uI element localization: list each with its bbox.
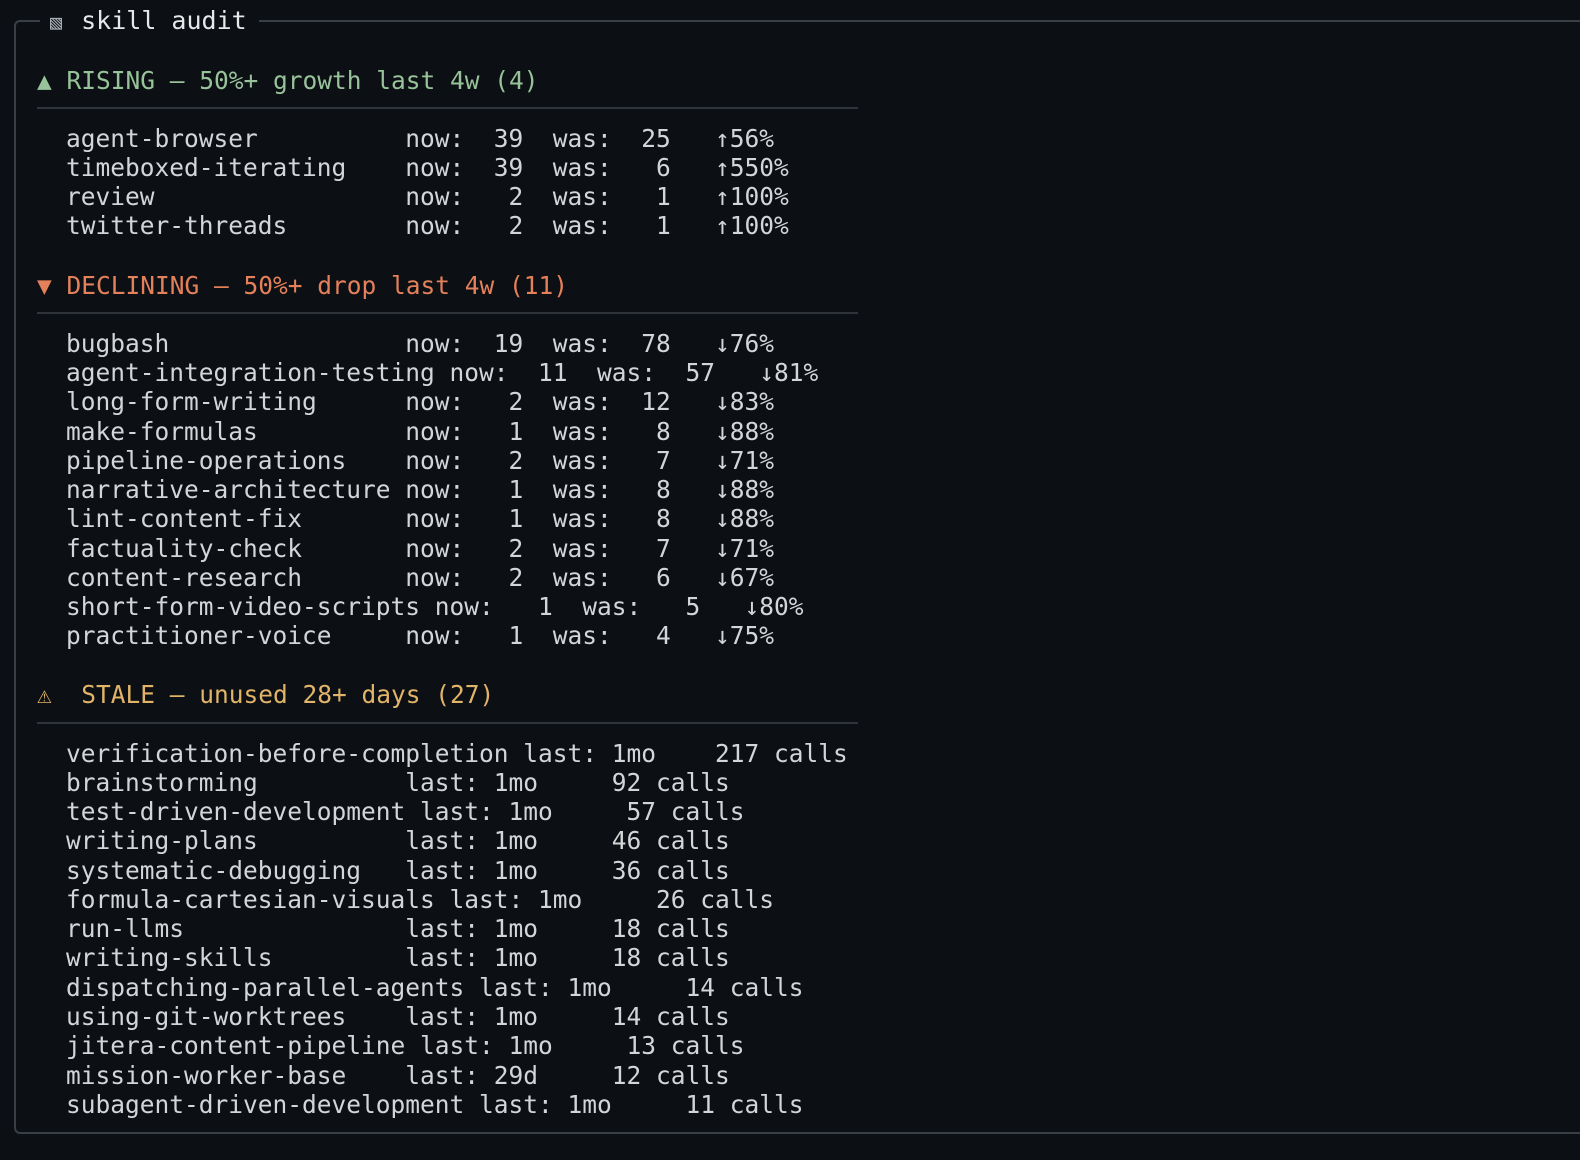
stale-row: test-driven-development last: 1mo 57 cal… <box>66 797 745 826</box>
stale-header-text: STALE — unused 28+ days (27) <box>81 680 495 709</box>
rising-row: timeboxed-iterating now: 39 was: 6 ↑550% <box>66 153 789 182</box>
stale-header: ⚠ STALE — unused 28+ days (27) <box>37 680 494 709</box>
declining-row: bugbash now: 19 was: 78 ↓76% <box>66 329 775 358</box>
warning-icon: ⚠ <box>37 680 52 709</box>
declining-header: ▼ DECLINING — 50%+ drop last 4w (11) <box>37 271 568 300</box>
stale-row: verification-before-completion last: 1mo… <box>66 739 848 768</box>
declining-row: factuality-check now: 2 was: 7 ↓71% <box>66 534 775 563</box>
declining-row: agent-integration-testing now: 11 was: 5… <box>66 358 819 387</box>
grid-icon: ▧ <box>50 10 63 34</box>
declining-header-text: DECLINING — 50%+ drop last 4w (11) <box>66 271 569 300</box>
panel-title: ▧ skill audit <box>40 4 259 38</box>
stale-row: jitera-content-pipeline last: 1mo 13 cal… <box>66 1031 745 1060</box>
declining-row: pipeline-operations now: 2 was: 7 ↓71% <box>66 446 775 475</box>
declining-divider <box>37 312 858 314</box>
stale-divider <box>37 722 858 724</box>
rising-row: twitter-threads now: 2 was: 1 ↑100% <box>66 211 789 240</box>
triangle-down-icon: ▼ <box>37 271 52 300</box>
stale-row: subagent-driven-development last: 1mo 11… <box>66 1090 804 1119</box>
stale-row: formula-cartesian-visuals last: 1mo 26 c… <box>66 885 775 914</box>
stale-row: run-llms last: 1mo 18 calls <box>66 914 730 943</box>
declining-row: short-form-video-scripts now: 1 was: 5 ↓… <box>66 592 804 621</box>
rising-divider <box>37 107 858 109</box>
declining-row: make-formulas now: 1 was: 8 ↓88% <box>66 417 775 446</box>
triangle-up-icon: ▲ <box>37 66 52 95</box>
stale-row: systematic-debugging last: 1mo 36 calls <box>66 856 730 885</box>
declining-row: practitioner-voice now: 1 was: 4 ↓75% <box>66 621 775 650</box>
rising-row: review now: 2 was: 1 ↑100% <box>66 182 789 211</box>
panel-title-text: skill audit <box>81 6 247 35</box>
declining-row: long-form-writing now: 2 was: 12 ↓83% <box>66 387 775 416</box>
declining-row: content-research now: 2 was: 6 ↓67% <box>66 563 775 592</box>
stale-row: using-git-worktrees last: 1mo 14 calls <box>66 1002 730 1031</box>
declining-row: narrative-architecture now: 1 was: 8 ↓88… <box>66 475 775 504</box>
rising-row: agent-browser now: 39 was: 25 ↑56% <box>66 124 775 153</box>
stale-row: writing-skills last: 1mo 18 calls <box>66 943 730 972</box>
rising-header-text: RISING — 50%+ growth last 4w (4) <box>66 66 539 95</box>
stale-row: dispatching-parallel-agents last: 1mo 14… <box>66 973 804 1002</box>
stale-row: brainstorming last: 1mo 92 calls <box>66 768 730 797</box>
declining-row: lint-content-fix now: 1 was: 8 ↓88% <box>66 504 775 533</box>
stale-row: mission-worker-base last: 29d 12 calls <box>66 1061 730 1090</box>
stale-row: writing-plans last: 1mo 46 calls <box>66 826 730 855</box>
rising-header: ▲ RISING — 50%+ growth last 4w (4) <box>37 66 539 95</box>
